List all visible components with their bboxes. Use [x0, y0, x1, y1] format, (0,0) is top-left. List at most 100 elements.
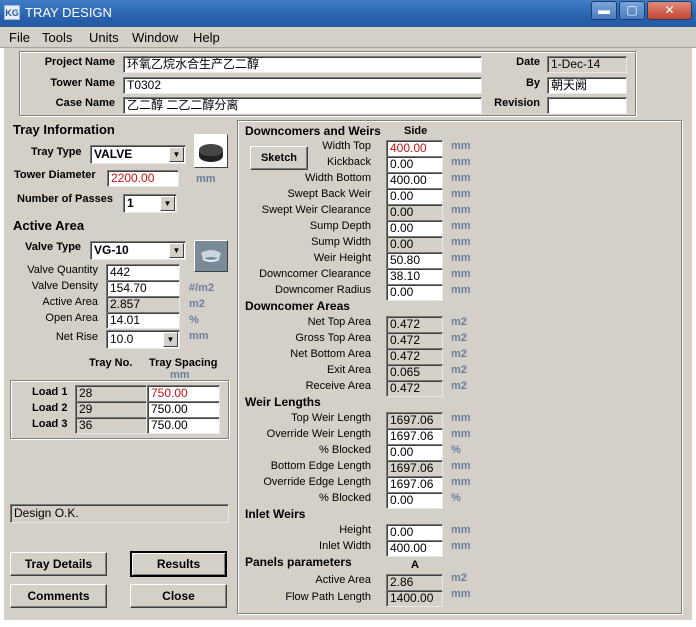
- inlet-weir-unit: mm: [451, 524, 471, 536]
- downcomer-row-unit: mm: [451, 156, 471, 168]
- by-field[interactable]: 朝天阙: [547, 77, 627, 94]
- weir-lengths-header: Weir Lengths: [245, 395, 321, 409]
- weir-length-field[interactable]: 0.00: [386, 492, 443, 509]
- downcomer-row-field[interactable]: 400.00: [386, 140, 443, 157]
- tower-diameter-unit: mm: [196, 173, 216, 185]
- close-button[interactable]: Close: [130, 584, 227, 608]
- weir-length-unit: mm: [451, 428, 471, 440]
- panel-column-header: A: [411, 559, 419, 571]
- downcomer-row-field[interactable]: 0.00: [386, 156, 443, 173]
- downcomer-area-field: 0.472: [386, 332, 443, 349]
- downcomer-row-label: Weir Height: [313, 252, 371, 264]
- downcomer-row-field: 0.00: [386, 204, 443, 221]
- downcomer-row-label: Downcomer Radius: [275, 284, 371, 296]
- downcomer-row-field[interactable]: 400.00: [386, 172, 443, 189]
- downcomer-row-label: Sump Width: [311, 236, 371, 248]
- downcomer-row-field[interactable]: 50.80: [386, 252, 443, 269]
- active-area-field: 2.857: [106, 296, 180, 313]
- weir-length-field[interactable]: 0.00: [386, 444, 443, 461]
- minimize-button[interactable]: ▬: [591, 1, 617, 20]
- number-of-passes-value: 1: [127, 196, 134, 210]
- chevron-down-icon[interactable]: ▼: [160, 196, 175, 211]
- close-window-button[interactable]: ✕: [647, 1, 692, 20]
- valve-type-dropdown[interactable]: VG-10 ▼: [90, 241, 186, 260]
- side-column-header: Side: [404, 125, 428, 137]
- project-name-field[interactable]: 环氧乙烷水合生产乙二醇: [123, 56, 482, 73]
- load-tray-spacing-field[interactable]: 750.00: [147, 401, 220, 418]
- panels-parameters-header: Panels parameters: [245, 555, 352, 569]
- weir-length-unit: %: [451, 492, 461, 504]
- downcomer-area-label: Net Top Area: [307, 316, 371, 328]
- date-field: 1-Dec-14: [547, 56, 627, 73]
- valve-image-icon[interactable]: [194, 240, 228, 272]
- inlet-weir-field[interactable]: 400.00: [386, 540, 443, 557]
- menu-tools[interactable]: Tools: [42, 30, 72, 45]
- tray-no-header: Tray No.: [89, 357, 133, 369]
- downcomer-row-label: Swept Weir Clearance: [261, 204, 371, 216]
- downcomer-area-field: 0.065: [386, 364, 443, 381]
- downcomer-row-unit: mm: [451, 204, 471, 216]
- tray-information-header: Tray Information: [13, 122, 115, 137]
- weir-length-field[interactable]: 1697.06: [386, 428, 443, 445]
- downcomer-row-unit: mm: [451, 284, 471, 296]
- downcomer-area-unit: m2: [451, 380, 467, 392]
- active-area-label: Valve Quantity: [27, 264, 98, 276]
- tower-diameter-field[interactable]: 2200.00: [107, 170, 179, 187]
- maximize-button[interactable]: ▢: [619, 1, 645, 20]
- tray-type-dropdown[interactable]: VALVE ▼: [90, 145, 186, 164]
- downcomer-area-unit: m2: [451, 332, 467, 344]
- chevron-down-icon[interactable]: ▼: [169, 243, 184, 258]
- downcomer-area-label: Exit Area: [326, 364, 371, 376]
- weir-length-label: % Blocked: [319, 492, 371, 504]
- app-icon: KG: [4, 5, 20, 20]
- downcomer-row-unit: mm: [451, 172, 471, 184]
- number-of-passes-dropdown[interactable]: 1 ▼: [123, 194, 177, 213]
- active-area-field[interactable]: 154.70: [106, 280, 180, 297]
- panel-parameter-field: 1400.00: [386, 590, 443, 607]
- inlet-weir-field[interactable]: 0.00: [386, 524, 443, 541]
- downcomer-area-unit: m2: [451, 364, 467, 376]
- tray-type-label: Tray Type: [31, 146, 82, 158]
- case-name-field[interactable]: 乙二醇 二乙二醇分离: [123, 97, 482, 114]
- active-area-field[interactable]: 442: [106, 264, 180, 281]
- comments-label: Comments: [27, 589, 90, 603]
- valve-tray-image-icon[interactable]: [194, 134, 228, 168]
- results-button[interactable]: Results: [130, 551, 227, 577]
- net-rise-value: 10.0: [110, 332, 134, 346]
- weir-length-field[interactable]: 1697.06: [386, 476, 443, 493]
- downcomer-row-unit: mm: [451, 140, 471, 152]
- tray-details-button[interactable]: Tray Details: [10, 552, 107, 576]
- comments-button[interactable]: Comments: [10, 584, 107, 608]
- downcomer-row-unit: mm: [451, 236, 471, 248]
- menu-file[interactable]: File: [9, 30, 30, 45]
- tower-name-field[interactable]: T0302: [123, 77, 482, 94]
- menu-help[interactable]: Help: [193, 30, 220, 45]
- net-rise-dropdown[interactable]: 10.0 ▼: [106, 330, 180, 349]
- active-area-label: Open Area: [45, 312, 98, 324]
- chevron-down-icon[interactable]: ▼: [163, 332, 178, 347]
- load-tray-spacing-field[interactable]: 750.00: [147, 385, 220, 402]
- downcomer-area-field: 0.472: [386, 348, 443, 365]
- active-area-label: Valve Density: [31, 280, 98, 292]
- menu-units[interactable]: Units: [89, 30, 119, 45]
- downcomer-row-field[interactable]: 0.00: [386, 284, 443, 301]
- active-area-field[interactable]: 14.01: [106, 312, 180, 329]
- load-label: Load 3: [32, 418, 68, 430]
- downcomer-row-field[interactable]: 0.00: [386, 220, 443, 237]
- chevron-down-icon[interactable]: ▼: [169, 147, 184, 162]
- weir-length-unit: mm: [451, 460, 471, 472]
- revision-field[interactable]: [547, 97, 627, 114]
- downcomer-row-field[interactable]: 38.10: [386, 268, 443, 285]
- menu-window[interactable]: Window: [132, 30, 178, 45]
- load-tray-spacing-field[interactable]: 750.00: [147, 417, 220, 434]
- downcomer-area-label: Net Bottom Area: [290, 348, 371, 360]
- tower-diameter-label: Tower Diameter: [14, 169, 96, 181]
- downcomer-row-unit: mm: [451, 252, 471, 264]
- downcomer-area-field: 0.472: [386, 380, 443, 397]
- panel-parameter-unit: m2: [451, 572, 467, 584]
- inlet-weir-unit: mm: [451, 540, 471, 552]
- downcomer-row-unit: mm: [451, 220, 471, 232]
- downcomers-header: Downcomers and Weirs: [245, 124, 381, 138]
- downcomer-row-field[interactable]: 0.00: [386, 188, 443, 205]
- downcomer-row-unit: mm: [451, 268, 471, 280]
